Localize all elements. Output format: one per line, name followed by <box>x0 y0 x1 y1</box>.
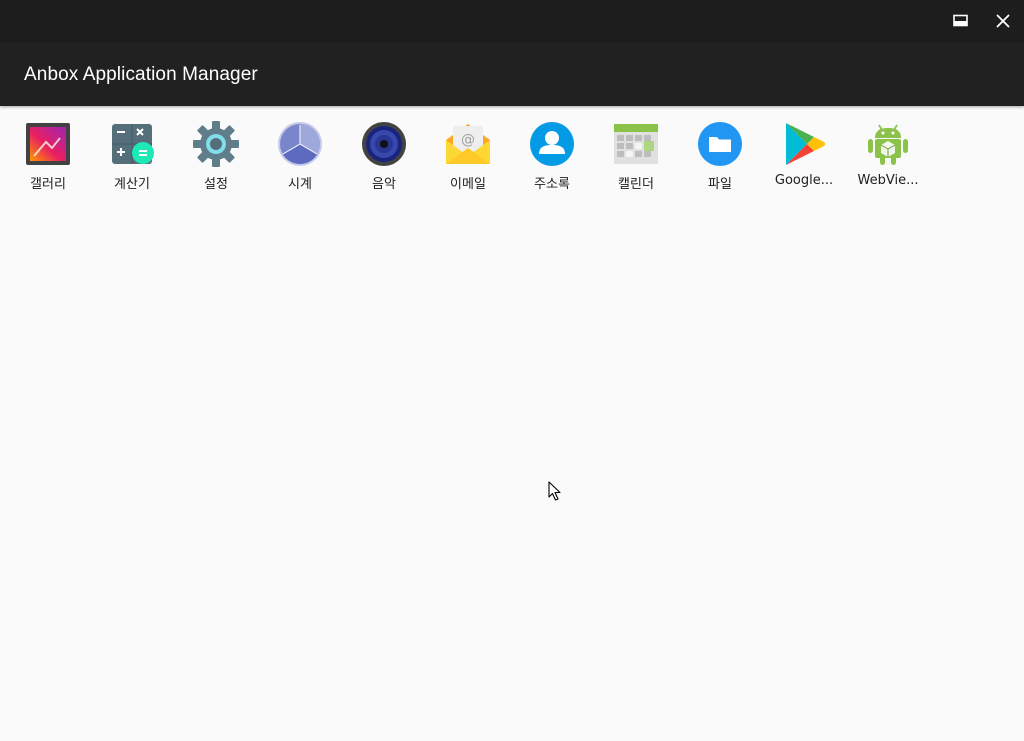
app-email[interactable]: @ 이메일 <box>426 120 510 194</box>
music-speaker-icon <box>362 122 406 166</box>
clock-icon <box>278 122 322 166</box>
calculator-icon <box>112 124 154 164</box>
app-google-play[interactable]: Google... <box>762 120 846 194</box>
app-label: 갤러리 <box>30 177 66 192</box>
app-title: Anbox Application Manager <box>24 64 258 85</box>
app-settings[interactable]: 설정 <box>174 120 258 194</box>
app-webview[interactable]: WebVie... <box>846 120 930 194</box>
restore-icon <box>953 14 968 27</box>
close-button[interactable] <box>982 0 1024 42</box>
app-label: WebVie... <box>857 173 919 188</box>
app-grid: 갤러리 계산기 설정 시계 음악 @ 이메일 주소록 캘린더 파일 Google… <box>6 120 930 200</box>
app-label: 이메일 <box>450 177 486 192</box>
app-gallery[interactable]: 갤러리 <box>6 120 90 194</box>
app-files[interactable]: 파일 <box>678 120 762 194</box>
restore-button[interactable] <box>940 0 982 42</box>
window-titlebar <box>0 0 1024 42</box>
android-webview-icon <box>868 124 908 165</box>
app-calculator[interactable]: 계산기 <box>90 120 174 194</box>
app-label: 설정 <box>204 177 228 192</box>
contacts-icon <box>530 122 574 166</box>
google-play-icon <box>786 123 825 165</box>
files-folder-icon <box>698 122 742 166</box>
app-label: 주소록 <box>534 177 570 192</box>
calendar-icon <box>614 124 658 164</box>
mouse-cursor-icon <box>548 481 561 501</box>
app-music[interactable]: 음악 <box>342 120 426 194</box>
app-label: 계산기 <box>114 177 150 192</box>
app-label: 음악 <box>372 177 396 192</box>
app-label: 시계 <box>288 177 312 192</box>
app-contacts[interactable]: 주소록 <box>510 120 594 194</box>
app-label: 캘린더 <box>618 177 654 192</box>
app-bar: Anbox Application Manager <box>0 42 1024 106</box>
email-icon: @ <box>446 124 490 164</box>
gallery-icon <box>26 123 70 165</box>
app-calendar[interactable]: 캘린더 <box>594 120 678 194</box>
settings-gear-icon <box>193 121 239 167</box>
app-label: 파일 <box>708 177 732 192</box>
app-clock[interactable]: 시계 <box>258 120 342 194</box>
close-icon <box>996 14 1010 28</box>
app-label: Google... <box>774 173 834 188</box>
svg-text:@: @ <box>461 132 475 148</box>
